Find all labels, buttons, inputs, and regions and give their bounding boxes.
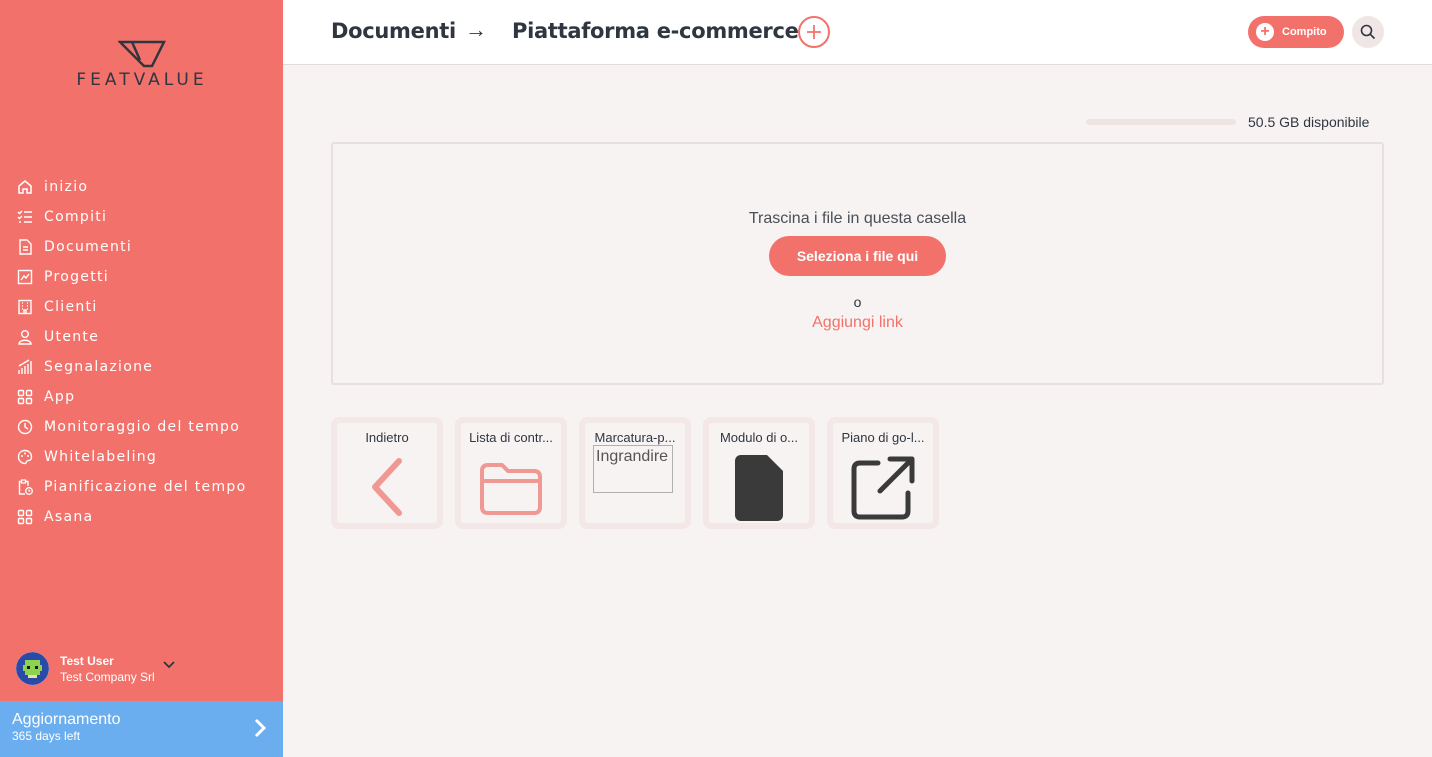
sidebar-item-whitelabeling[interactable]: Whitelabeling bbox=[16, 442, 246, 472]
sidebar-nav: inizio Compiti Documenti Progetti Client… bbox=[16, 172, 246, 532]
sidebar-item-label: Compiti bbox=[44, 209, 108, 225]
sidebar-item-pianificazione[interactable]: Pianificazione del tempo bbox=[16, 472, 246, 502]
logo-text: FEATVALUE bbox=[76, 70, 208, 90]
sidebar-item-app[interactable]: App bbox=[16, 382, 246, 412]
checklist-icon bbox=[16, 208, 34, 226]
sidebar: FEATVALUE inizio Compiti Documenti Proge… bbox=[0, 0, 283, 757]
user-icon bbox=[16, 328, 34, 346]
tile-label: Lista di contr... bbox=[469, 430, 553, 445]
palette-icon bbox=[16, 448, 34, 466]
sidebar-item-compiti[interactable]: Compiti bbox=[16, 202, 246, 232]
tile-label: Piano di go-l... bbox=[841, 430, 925, 445]
add-button[interactable] bbox=[798, 16, 830, 48]
sidebar-item-label: Asana bbox=[44, 509, 94, 525]
sidebar-item-label: Whitelabeling bbox=[44, 449, 158, 465]
sidebar-item-monitoraggio[interactable]: Monitoraggio del tempo bbox=[16, 412, 246, 442]
document-icon bbox=[16, 238, 34, 256]
breadcrumb-root[interactable]: Documenti bbox=[331, 19, 456, 43]
plus-icon: + bbox=[1256, 23, 1274, 41]
select-files-button[interactable]: Seleziona i file qui bbox=[769, 236, 946, 276]
sidebar-item-label: Progetti bbox=[44, 269, 109, 285]
sidebar-item-label: Documenti bbox=[44, 239, 133, 255]
breadcrumb-current: Piattaforma e-commerce bbox=[512, 19, 799, 43]
sidebar-item-label: Pianificazione del tempo bbox=[44, 479, 247, 495]
clipboard-clock-icon bbox=[16, 478, 34, 496]
tile-label: Marcatura-p... bbox=[594, 430, 676, 445]
avatar bbox=[16, 652, 49, 685]
tile-image[interactable]: Marcatura-p... Ingrandire bbox=[579, 417, 691, 529]
chevron-down-icon[interactable] bbox=[163, 656, 175, 674]
sidebar-item-documenti[interactable]: Documenti bbox=[16, 232, 246, 262]
or-separator: o bbox=[853, 294, 862, 310]
home-icon bbox=[16, 178, 34, 196]
upgrade-days-left: 365 days left bbox=[12, 729, 81, 743]
file-dropzone[interactable]: Trascina i file in questa casella Selezi… bbox=[331, 142, 1384, 385]
header: Documenti → Piattaforma e-commerce + Com… bbox=[283, 0, 1432, 65]
upgrade-title: Aggiornamento bbox=[12, 711, 121, 728]
tile-file[interactable]: Modulo di o... bbox=[703, 417, 815, 529]
search-button[interactable] bbox=[1352, 16, 1384, 48]
add-task-button[interactable]: + Compito bbox=[1248, 16, 1344, 48]
tile-back[interactable]: Indietro bbox=[331, 417, 443, 529]
add-link-button[interactable]: Aggiungi link bbox=[333, 314, 1382, 332]
external-link-icon bbox=[850, 455, 916, 526]
user-company: Test Company Srl bbox=[60, 669, 155, 684]
folder-icon bbox=[478, 461, 544, 520]
tile-label: Modulo di o... bbox=[719, 430, 799, 445]
sidebar-item-asana[interactable]: Asana bbox=[16, 502, 246, 532]
sidebar-item-clienti[interactable]: Clienti bbox=[16, 292, 246, 322]
tile-link[interactable]: Piano di go-l... bbox=[827, 417, 939, 529]
storage-available: 50.5 GB disponibile bbox=[1248, 114, 1370, 130]
storage-usage-bar bbox=[1086, 119, 1236, 125]
tile-folder[interactable]: Lista di contr... bbox=[455, 417, 567, 529]
upgrade-banner[interactable]: Aggiornamento 365 days left bbox=[0, 701, 283, 757]
apps-icon bbox=[16, 508, 34, 526]
chevron-left-icon bbox=[369, 457, 405, 522]
user-name: Test User bbox=[60, 653, 114, 668]
user-menu[interactable]: Test User Test Company Srl bbox=[16, 652, 175, 685]
chart-icon bbox=[16, 268, 34, 286]
chevron-right-icon bbox=[253, 717, 267, 744]
broken-image-icon: Ingrandire bbox=[593, 445, 673, 493]
sidebar-item-segnalazione[interactable]: Segnalazione bbox=[16, 352, 246, 382]
building-icon bbox=[16, 298, 34, 316]
sidebar-item-progetti[interactable]: Progetti bbox=[16, 262, 246, 292]
file-icon bbox=[735, 455, 783, 526]
bar-chart-icon bbox=[16, 358, 34, 376]
sidebar-item-label: Monitoraggio del tempo bbox=[44, 419, 241, 435]
timer-icon bbox=[16, 418, 34, 436]
sidebar-item-label: Utente bbox=[44, 329, 100, 345]
tile-label: Indietro bbox=[365, 430, 409, 445]
sidebar-item-label: Clienti bbox=[44, 299, 98, 315]
logo[interactable]: FEATVALUE bbox=[56, 40, 228, 90]
add-task-label: Compito bbox=[1282, 26, 1327, 38]
breadcrumb-separator: → bbox=[465, 17, 487, 42]
sidebar-item-label: inizio bbox=[44, 179, 89, 195]
plus-icon bbox=[807, 25, 821, 39]
sidebar-item-label: Segnalazione bbox=[44, 359, 154, 375]
logo-mark-icon bbox=[118, 40, 166, 68]
search-icon bbox=[1360, 24, 1376, 40]
sidebar-item-utente[interactable]: Utente bbox=[16, 322, 246, 352]
sidebar-item-inizio[interactable]: inizio bbox=[16, 172, 246, 202]
apps-icon bbox=[16, 388, 34, 406]
dropzone-instruction: Trascina i file in questa casella bbox=[748, 210, 967, 227]
sidebar-item-label: App bbox=[44, 389, 76, 405]
